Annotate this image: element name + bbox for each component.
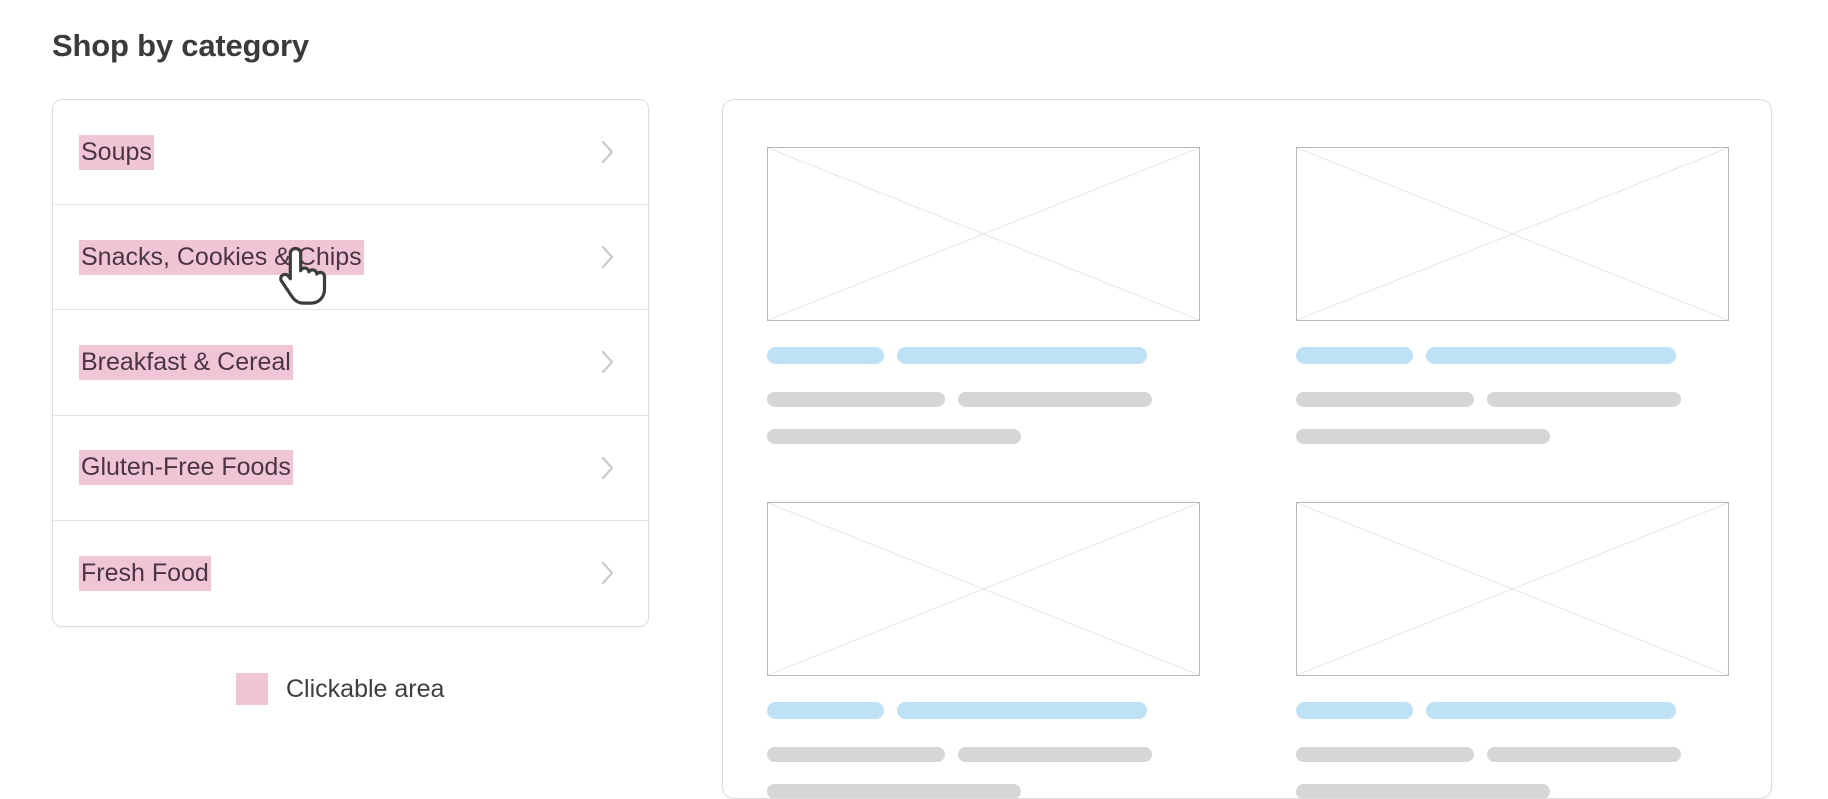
content-preview-panel xyxy=(722,99,1772,799)
placeholder-bar xyxy=(767,784,1021,798)
placeholder-title-row xyxy=(767,347,1200,364)
placeholder-bar xyxy=(1296,784,1550,798)
placeholder-card xyxy=(767,147,1200,444)
category-link-snacks-cookies-chips[interactable]: Snacks, Cookies & Chips xyxy=(79,239,364,275)
chevron-right-icon[interactable] xyxy=(598,137,618,167)
placeholder-meta-row xyxy=(767,392,1200,407)
placeholder-bar xyxy=(1296,747,1474,762)
placeholder-meta-row xyxy=(767,429,1200,444)
category-row[interactable]: Soups xyxy=(53,100,648,206)
placeholder-bar xyxy=(1296,702,1413,719)
category-row[interactable]: Breakfast & Cereal xyxy=(53,310,648,416)
placeholder-bar xyxy=(958,747,1152,762)
placeholder-bar xyxy=(1296,392,1474,407)
placeholder-title-row xyxy=(1296,347,1729,364)
category-row[interactable]: Fresh Food xyxy=(53,520,648,626)
placeholder-bar xyxy=(767,429,1021,444)
image-placeholder-crossbox xyxy=(1296,502,1729,676)
image-placeholder-crossbox xyxy=(767,502,1200,676)
chevron-right-icon[interactable] xyxy=(598,347,618,377)
placeholder-card xyxy=(767,502,1200,798)
legend-label: Clickable area xyxy=(286,674,445,703)
chevron-right-icon[interactable] xyxy=(598,242,618,272)
placeholder-card xyxy=(1296,147,1729,444)
placeholder-bar xyxy=(1426,347,1676,364)
placeholder-bar xyxy=(897,347,1147,364)
placeholder-meta-row xyxy=(767,784,1200,798)
category-link-soups[interactable]: Soups xyxy=(79,134,154,170)
page-title: Shop by category xyxy=(52,28,309,63)
screenshot-root: Shop by category Soups Snacks, Cookies &… xyxy=(0,0,1828,799)
placeholder-bar xyxy=(767,392,945,407)
placeholder-meta-row xyxy=(1296,429,1729,444)
image-placeholder-crossbox xyxy=(767,147,1200,321)
placeholder-meta-row xyxy=(1296,747,1729,762)
placeholder-title-row xyxy=(1296,702,1729,719)
placeholder-meta-row xyxy=(767,747,1200,762)
placeholder-bar xyxy=(767,702,884,719)
placeholder-title-row xyxy=(767,702,1200,719)
legend: Clickable area xyxy=(236,673,444,705)
category-list-card: Soups Snacks, Cookies & Chips Breakfast … xyxy=(52,99,649,627)
placeholder-grid xyxy=(723,100,1771,798)
placeholder-bar xyxy=(767,347,884,364)
legend-swatch-clickable-area xyxy=(236,673,268,705)
category-link-breakfast-cereal[interactable]: Breakfast & Cereal xyxy=(79,344,293,380)
category-link-fresh-food[interactable]: Fresh Food xyxy=(79,555,211,591)
placeholder-bar xyxy=(767,747,945,762)
placeholder-bar xyxy=(1487,747,1681,762)
placeholder-card xyxy=(1296,502,1729,798)
placeholder-meta-row xyxy=(1296,392,1729,407)
placeholder-bar xyxy=(897,702,1147,719)
placeholder-bar xyxy=(958,392,1152,407)
category-link-gluten-free-foods[interactable]: Gluten-Free Foods xyxy=(79,450,293,486)
chevron-right-icon[interactable] xyxy=(598,558,618,588)
category-row[interactable]: Gluten-Free Foods xyxy=(53,415,648,521)
placeholder-bar xyxy=(1487,392,1681,407)
placeholder-bar xyxy=(1426,702,1676,719)
placeholder-bar xyxy=(1296,347,1413,364)
placeholder-bar xyxy=(1296,429,1550,444)
category-row[interactable]: Snacks, Cookies & Chips xyxy=(53,205,648,311)
placeholder-meta-row xyxy=(1296,784,1729,798)
chevron-right-icon[interactable] xyxy=(598,453,618,483)
category-column: Shop by category Soups Snacks, Cookies &… xyxy=(0,0,700,758)
image-placeholder-crossbox xyxy=(1296,147,1729,321)
